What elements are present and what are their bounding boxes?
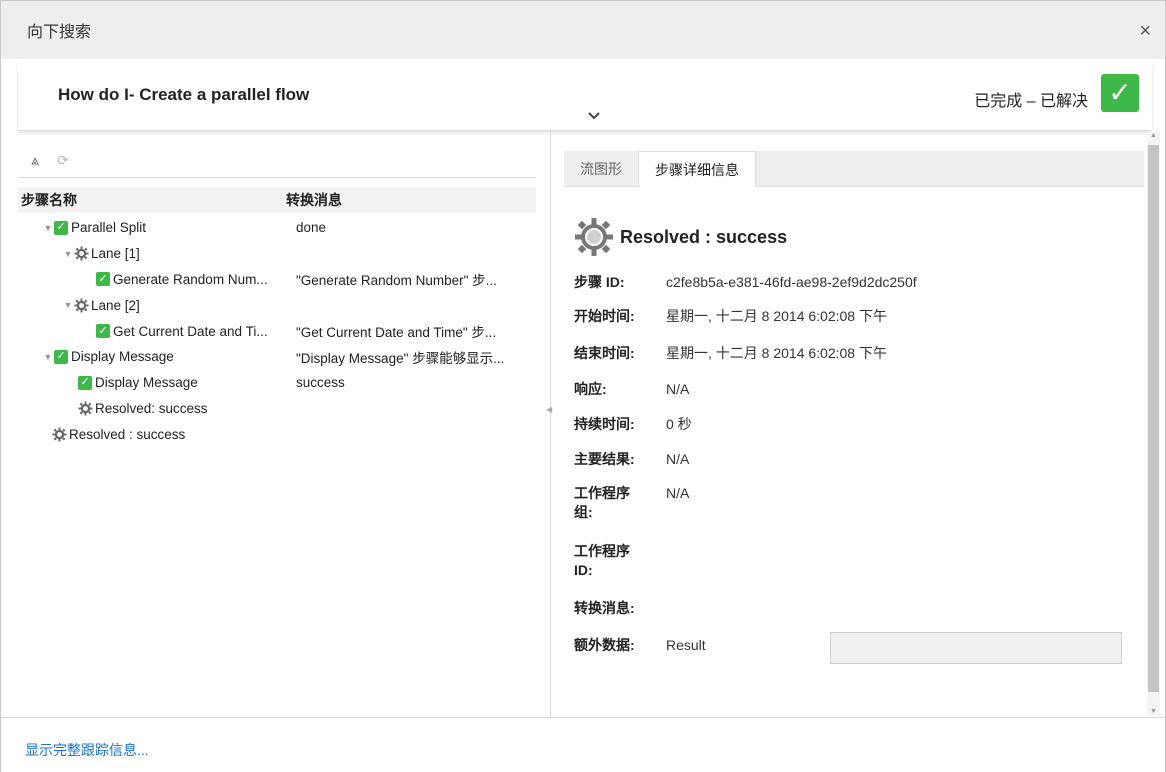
step-name: Get Current Date and Ti...	[113, 323, 268, 339]
check-icon: ✓	[96, 272, 110, 287]
check-icon: ✓	[96, 324, 110, 339]
step-id-label: 步骤 ID:	[574, 274, 625, 290]
status-check-icon: ✓	[1101, 74, 1139, 112]
step-message: done	[296, 220, 327, 236]
scroll-up-icon[interactable]: ▲	[1149, 132, 1158, 139]
column-header-step-name[interactable]: 步骤名称	[18, 190, 286, 210]
step-tree: ▼ ✓ Parallel Split done ▼ Lane [1] ✓ Gen…	[18, 215, 536, 447]
step-id-value: c2fe8b5a-e381-46fd-ae98-2ef9d2dc250f	[666, 274, 917, 290]
gear-icon	[74, 298, 89, 313]
transition-label: 转换消息:	[574, 600, 635, 616]
detail-tabs: 流图形 步骤详细信息	[564, 151, 1144, 188]
details-scrollbar[interactable]: ▲ ▼	[1147, 131, 1160, 716]
detail-row-worker-id: 工作程序 ID:	[574, 542, 1134, 580]
detail-row-extra-data: 额外数据: Result	[574, 632, 1134, 664]
tree-row[interactable]: ✓ Display Message success	[18, 370, 536, 396]
detail-title-row: Resolved : success	[574, 217, 1134, 257]
gear-icon	[78, 401, 93, 416]
gear-icon	[575, 218, 613, 256]
step-tree-pane: ⩓ ⟳ 步骤名称 转换消息 ▼ ✓ Parallel Split done ▼	[18, 141, 546, 716]
extra-data-value-field[interactable]	[830, 632, 1122, 664]
show-full-trace-link[interactable]: 显示完整跟踪信息...	[25, 740, 149, 760]
dialog-titlebar: 向下搜索 ×	[1, 1, 1165, 59]
check-icon: ✓	[54, 220, 68, 235]
detail-title: Resolved : success	[620, 226, 788, 247]
step-name: Resolved: success	[95, 400, 208, 416]
start-time-label: 开始时间:	[574, 308, 635, 324]
scroll-down-icon[interactable]: ▼	[1149, 708, 1158, 715]
check-icon: ✓	[78, 375, 92, 390]
detail-row-worker-group: 工作程序 组: N/A	[574, 484, 1134, 522]
expand-triangle-icon[interactable]: ▼	[42, 223, 54, 233]
step-name: Lane [1]	[91, 246, 140, 262]
check-icon: ✓	[54, 349, 68, 364]
duration-value: 0 秒	[666, 416, 692, 432]
status-text: 已完成 – 已解决	[974, 93, 1088, 110]
detail-row-response: 响应: N/A	[574, 380, 1134, 399]
worker-id-label: 工作程序 ID:	[574, 543, 630, 578]
column-header-transition-message[interactable]: 转换消息	[286, 190, 536, 210]
dialog-title: 向下搜索	[27, 24, 92, 41]
worker-group-value: N/A	[666, 485, 690, 501]
start-time-value: 星期一, 十二月 8 2014 6:02:08 下午	[666, 308, 887, 324]
flow-name: How do I- Create a parallel flow	[58, 85, 310, 104]
primary-result-value: N/A	[666, 451, 690, 467]
expand-triangle-icon[interactable]: ▼	[62, 300, 74, 310]
flow-summary-panel: How do I- Create a parallel flow 已完成 – 已…	[18, 61, 1152, 131]
replay-icon[interactable]: ⟳	[54, 151, 72, 169]
step-name: Display Message	[71, 349, 174, 365]
step-message: "Get Current Date and Time" 步...	[296, 325, 497, 341]
step-name: Lane [2]	[91, 297, 140, 313]
step-name: Display Message	[95, 375, 198, 391]
step-details-pane: 流图形 步骤详细信息 Resolved: success 步骤 ID: c2f…	[564, 151, 1144, 716]
tree-row[interactable]: Resolved : success	[18, 421, 536, 447]
detail-row-primary-result: 主要结果: N/A	[574, 450, 1134, 469]
dialog-footer: 显示完整跟踪信息...	[1, 717, 1165, 772]
duration-label: 持续时间:	[574, 416, 635, 432]
scrollbar-thumb[interactable]	[1148, 145, 1159, 692]
end-time-value: 星期一, 十二月 8 2014 6:02:08 下午	[666, 345, 887, 361]
detail-row-start-time: 开始时间: 星期一, 十二月 8 2014 6:02:08 下午	[574, 307, 1134, 326]
collapse-pane-handle[interactable]: ◀	[546, 405, 554, 427]
tree-header: 步骤名称 转换消息	[18, 187, 536, 213]
step-name: Resolved : success	[69, 426, 186, 442]
tree-row[interactable]: ▼ ✓ Display Message "Display Message" 步骤…	[18, 344, 536, 370]
step-details: Resolved : success 步骤 ID: c2fe8b5a-e381-…	[574, 217, 1134, 664]
tree-row[interactable]: ✓ Generate Random Num... "Generate Rando…	[18, 267, 536, 293]
expand-triangle-icon[interactable]: ▼	[62, 249, 74, 259]
detail-row-end-time: 结束时间: 星期一, 十二月 8 2014 6:02:08 下午	[574, 344, 1134, 363]
step-message: success	[296, 375, 345, 391]
extra-data-key: Result	[666, 637, 706, 653]
primary-result-label: 主要结果:	[574, 451, 635, 467]
tab-flow-graph[interactable]: 流图形	[564, 151, 638, 187]
divider	[18, 177, 536, 178]
detail-row-duration: 持续时间: 0 秒	[574, 415, 1134, 434]
extra-data-label: 额外数据:	[574, 637, 635, 653]
end-time-label: 结束时间:	[574, 345, 635, 361]
step-name: Generate Random Num...	[113, 271, 268, 287]
tree-row[interactable]: ▼ Lane [2]	[18, 292, 536, 318]
step-name: Parallel Split	[71, 220, 147, 236]
tree-row[interactable]: ▼ Lane [1]	[18, 241, 536, 267]
step-message: "Display Message" 步骤能够显示...	[296, 350, 505, 366]
detail-row-step-id: 步骤 ID: c2fe8b5a-e381-46fd-ae98-2ef9d2dc2…	[574, 273, 1134, 292]
tree-row[interactable]: ▼ ✓ Parallel Split done	[18, 215, 536, 241]
gear-icon	[52, 427, 67, 442]
tree-toolbar: ⩓ ⟳	[26, 151, 72, 169]
tree-row[interactable]: Resolved: success	[18, 396, 536, 422]
detail-row-transition: 转换消息:	[574, 599, 1134, 618]
tree-row[interactable]: ✓ Get Current Date and Ti... "Get Curren…	[18, 318, 536, 344]
response-value: N/A	[666, 381, 690, 397]
close-icon[interactable]: ×	[1139, 21, 1151, 41]
tab-step-details[interactable]: 步骤详细信息	[638, 151, 756, 188]
step-message: "Generate Random Number" 步...	[296, 273, 497, 289]
collapse-all-icon[interactable]: ⩓	[26, 151, 44, 169]
worker-group-label: 工作程序 组:	[574, 485, 630, 520]
search-down-dialog: 向下搜索 × How do I- Create a parallel flow …	[0, 0, 1166, 772]
expand-triangle-icon[interactable]: ▼	[42, 352, 54, 362]
response-label: 响应:	[574, 381, 607, 397]
chevron-down-icon[interactable]	[586, 109, 602, 123]
gear-icon	[74, 246, 89, 261]
